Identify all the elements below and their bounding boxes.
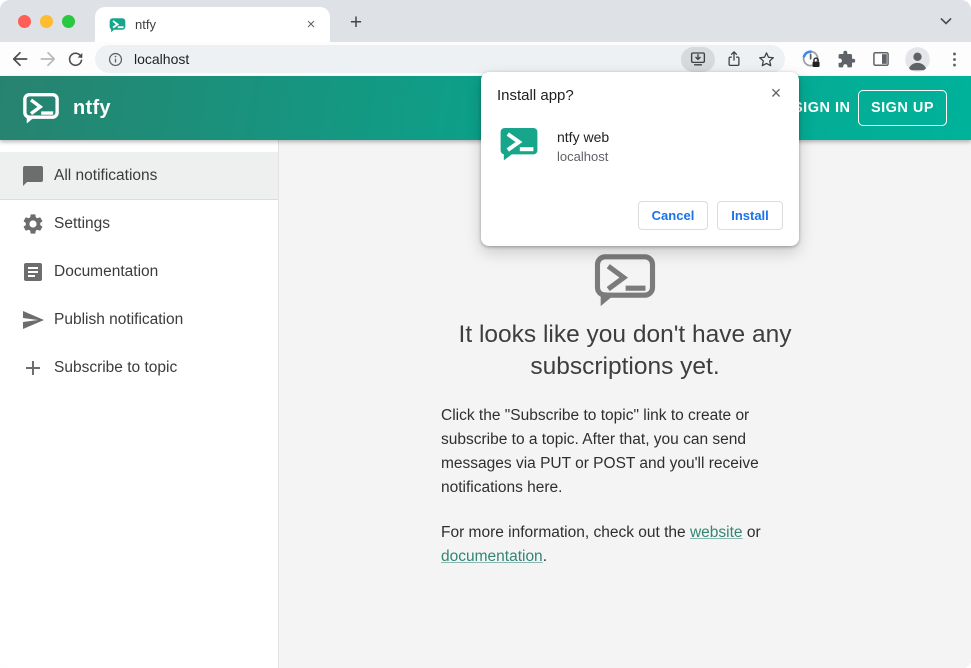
more-info-middle: or (742, 524, 761, 541)
macos-minimize-button[interactable] (40, 15, 53, 28)
dialog-close-icon[interactable]: × (765, 82, 787, 104)
address-bar[interactable]: localhost (95, 45, 785, 73)
sidebar-item-label: Settings (54, 215, 111, 232)
address-text: localhost (134, 51, 190, 67)
article-icon (24, 263, 42, 281)
dialog-app-meta: ntfy web localhost (557, 126, 609, 166)
send-icon (23, 311, 44, 329)
ntfy-logo-icon (23, 92, 59, 123)
tab-title: ntfy (135, 17, 156, 32)
sidebar-item-label: All notifications (54, 166, 158, 184)
sidebar-item-publish-notification[interactable]: Publish notification (0, 296, 278, 344)
tab-close-icon[interactable]: × (302, 16, 320, 34)
browser-window: ntfy × + localhost ntfy SIGN IN SIGN UP … (0, 0, 971, 668)
ntfy-logo-gray-icon (594, 254, 656, 307)
install-app-dialog: Install app? × ntfy web localhost Cancel… (481, 72, 799, 246)
sign-up-button[interactable]: SIGN UP (858, 90, 947, 126)
sidebar-item-settings[interactable]: Settings (0, 200, 278, 248)
dialog-app-row: ntfy web localhost (497, 126, 783, 166)
gear-icon (23, 214, 43, 234)
extensions-puzzle-icon[interactable] (834, 47, 858, 71)
dialog-app-origin: localhost (557, 149, 609, 164)
sidebar-item-label: Subscribe to topic (54, 359, 178, 376)
empty-state-paragraph: Click the "Subscribe to topic" link to c… (441, 407, 759, 496)
documentation-link[interactable]: documentation (441, 548, 543, 565)
bookmark-star-icon[interactable] (753, 47, 779, 72)
traffic-lights (18, 15, 75, 28)
sidebar-item-documentation[interactable]: Documentation (0, 248, 278, 296)
more-info-suffix: . (542, 548, 547, 565)
plus-icon (26, 361, 40, 375)
sidebar-item-subscribe-to-topic[interactable]: Subscribe to topic (0, 344, 278, 392)
browser-toolbar: localhost (0, 42, 971, 76)
sidebar-item-label: Documentation (54, 263, 159, 280)
more-info-paragraph: For more information, check out the webs… (441, 521, 809, 569)
new-tab-button[interactable]: + (342, 9, 370, 37)
cancel-button[interactable]: Cancel (638, 201, 708, 230)
ntfy-app-icon (500, 128, 538, 161)
sidebar-item-label: Publish notification (54, 311, 184, 328)
toolbar-right-icons (799, 46, 966, 73)
chevron-down-icon[interactable] (935, 11, 957, 33)
ntfy-favicon-icon (109, 17, 126, 32)
dialog-actions: Cancel Install (638, 201, 783, 230)
sidebar: All notifications Settings Documentation… (0, 140, 279, 668)
browser-tab-ntfy[interactable]: ntfy × (95, 7, 330, 42)
back-icon[interactable] (10, 46, 30, 72)
dialog-title: Install app? (497, 87, 574, 104)
browser-menu-icon[interactable] (942, 47, 966, 71)
chat-icon (23, 165, 43, 186)
forward-icon[interactable] (38, 46, 58, 72)
empty-state-headline: It looks like you don't have any subscri… (458, 321, 792, 380)
reload-icon[interactable] (66, 46, 85, 72)
install-app-icon[interactable] (681, 46, 715, 72)
share-icon[interactable] (721, 47, 747, 72)
site-info-icon[interactable] (107, 51, 124, 68)
macos-close-button[interactable] (18, 15, 31, 28)
dialog-app-name: ntfy web (557, 129, 610, 145)
tab-strip: ntfy × + (0, 0, 971, 42)
website-link[interactable]: website (690, 524, 743, 541)
more-info-prefix: For more information, check out the (441, 524, 690, 541)
side-panel-icon[interactable] (869, 47, 893, 71)
privacy-extension-icon[interactable] (799, 47, 823, 71)
brand-name: ntfy (73, 96, 111, 119)
omnibox-actions (681, 46, 779, 72)
install-button[interactable]: Install (717, 201, 783, 230)
sidebar-item-all-notifications[interactable]: All notifications (0, 152, 278, 200)
profile-avatar[interactable] (904, 46, 931, 73)
macos-zoom-button[interactable] (62, 15, 75, 28)
